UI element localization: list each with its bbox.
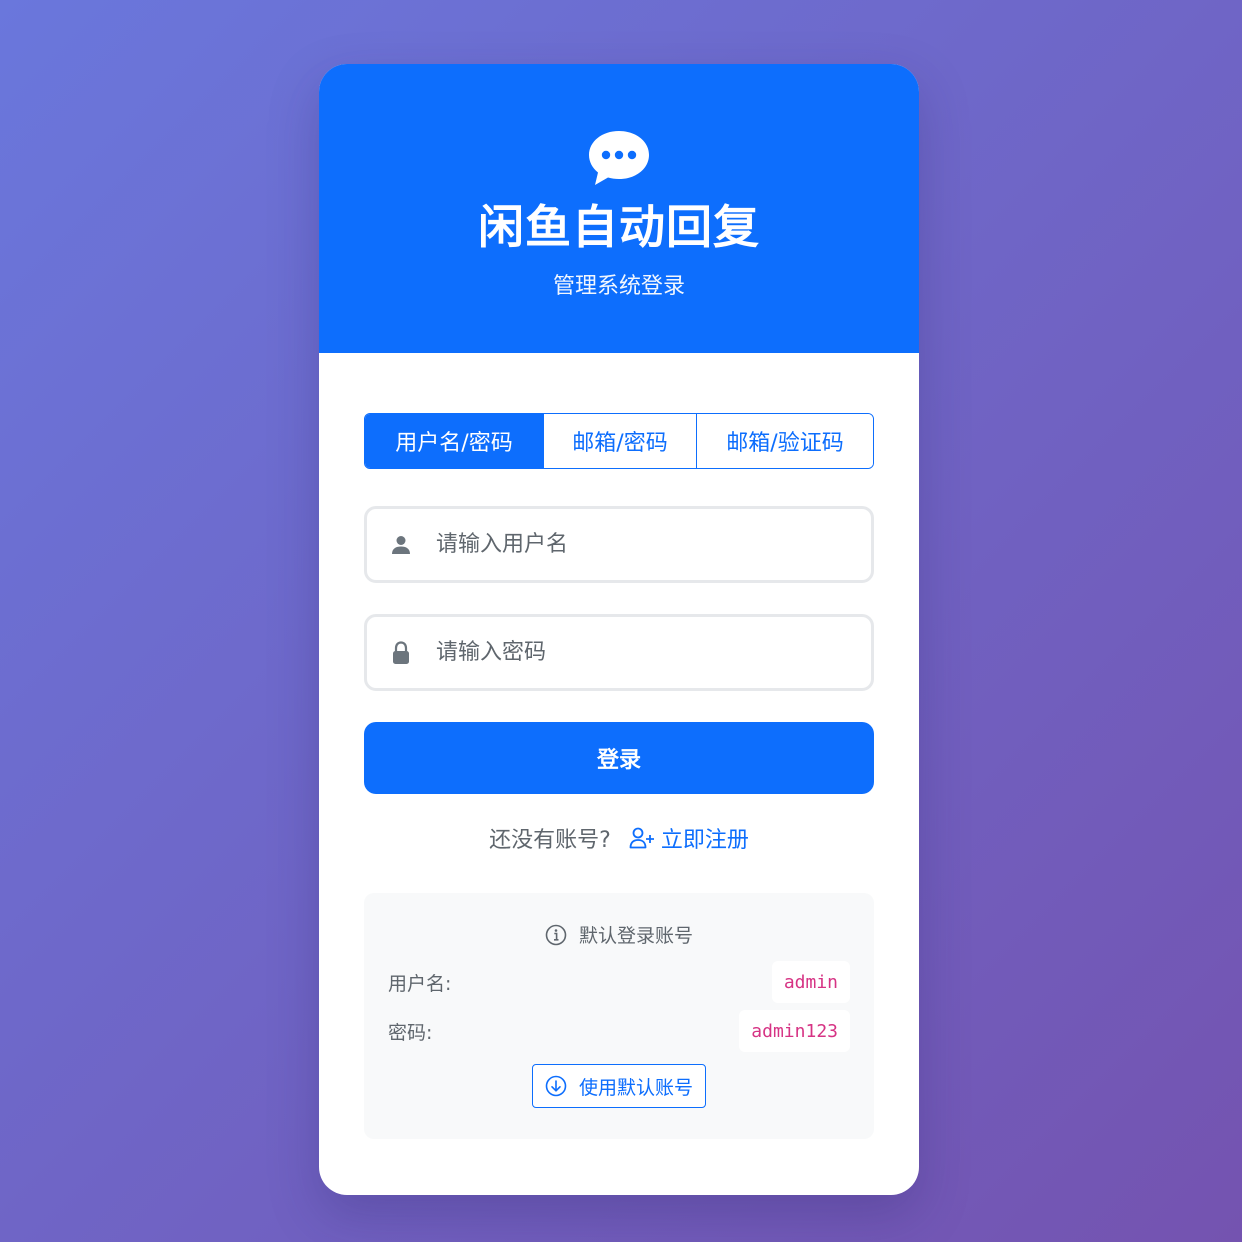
- password-input[interactable]: [434, 639, 871, 666]
- app-title: 闲鱼自动回复: [478, 200, 760, 254]
- login-method-tabs: 用户名/密码 邮箱/密码 邮箱/验证码: [364, 413, 874, 469]
- person-icon: [390, 533, 412, 557]
- use-default-account-label: 使用默认账号: [578, 1076, 693, 1099]
- register-row: 还没有账号? 立即注册: [364, 822, 874, 854]
- login-card: 闲鱼自动回复 管理系统登录 用户名/密码 邮箱/密码 邮箱/验证码 请输入用户名…: [319, 64, 919, 1195]
- default-username-row: 用户名: admin: [388, 961, 850, 1003]
- register-prompt: 还没有账号?: [489, 828, 611, 853]
- login-button[interactable]: 登录: [364, 722, 874, 794]
- register-link[interactable]: 立即注册: [629, 822, 749, 854]
- info-circle-icon: [545, 924, 567, 945]
- register-link-label: 立即注册: [660, 828, 749, 853]
- default-username-label: 用户名:: [388, 972, 452, 995]
- app-subtitle: 管理系统登录: [552, 274, 685, 299]
- person-plus-icon: [629, 827, 654, 849]
- login-body: 用户名/密码 邮箱/密码 邮箱/验证码 登录: [319, 353, 919, 1139]
- default-button-wrap: 使用默认账号: [388, 1064, 850, 1108]
- default-account-title: 默认登录账号: [388, 921, 850, 948]
- tab-username-password[interactable]: 用户名/密码: [365, 414, 543, 468]
- arrow-down-circle-icon: [545, 1075, 567, 1097]
- username-input[interactable]: [434, 531, 871, 558]
- default-password-row: 密码: admin123: [388, 1010, 850, 1052]
- use-default-account-button[interactable]: 使用默认账号: [531, 1064, 706, 1108]
- lock-icon: [390, 640, 412, 665]
- login-header: 闲鱼自动回复 管理系统登录: [319, 64, 919, 353]
- default-password-value: admin123: [739, 1010, 850, 1052]
- default-password-label: 密码:: [388, 1021, 433, 1044]
- username-field: [364, 506, 874, 583]
- tab-email-code[interactable]: 邮箱/验证码: [696, 414, 873, 468]
- default-account-title-text: 默认登录账号: [578, 925, 693, 947]
- tab-email-password[interactable]: 邮箱/密码: [543, 414, 696, 468]
- default-username-value: admin: [771, 961, 850, 1003]
- chat-bubble-dots-icon: [589, 131, 649, 185]
- password-field: [364, 614, 874, 691]
- default-account-box: 默认登录账号 用户名: admin 密码: admin123 使用默认账号: [364, 893, 874, 1139]
